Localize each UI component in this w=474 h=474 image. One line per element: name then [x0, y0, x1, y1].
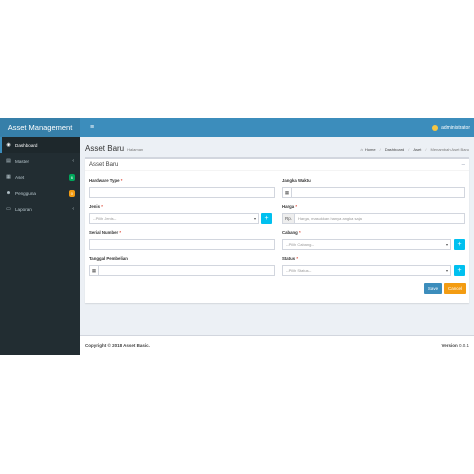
user-avatar-icon	[432, 124, 439, 131]
page-title: Asset Baru	[85, 144, 125, 153]
add-status-button[interactable]: +	[454, 265, 465, 276]
jenis-select-value: --Pilih Jenis--	[93, 216, 117, 221]
sidebar: ◉ Dashboard ▤ Master ‹ ▦ Aset 6 ☻ Penggu…	[0, 137, 80, 355]
navbar: ≡ administrator	[80, 118, 474, 137]
tanggal-pembelian-input[interactable]: ▦	[89, 265, 275, 276]
jangka-waktu-label: Jangka Waktu	[282, 178, 311, 183]
users-icon: ☻	[5, 190, 12, 196]
status-label: Status *	[282, 256, 299, 261]
home-icon: ⌂	[360, 147, 363, 152]
harga-field: Harga * Rp. Harga, masukkan hanya angka …	[282, 204, 465, 224]
sidebar-item-laporan[interactable]: ▭ Laporan ‹	[0, 201, 80, 217]
sidebar-item-label: Master	[15, 158, 30, 164]
sidebar-item-label: Pengguna	[15, 190, 36, 196]
breadcrumb-separator: /	[425, 147, 427, 152]
sidebar-item-label: Dashboard	[15, 142, 38, 148]
aset-count-badge: 6	[68, 173, 75, 181]
serial-number-input[interactable]	[89, 239, 275, 250]
chevron-left-icon: ‹	[72, 206, 74, 212]
version-info: Version 0.0.1	[441, 343, 469, 348]
breadcrumb-separator: /	[379, 147, 381, 152]
app-window: Asset Management ≡ administrator ◉ Dashb…	[0, 118, 474, 355]
hardware-type-label: Hardware Type *	[89, 178, 123, 183]
menu-toggle-icon[interactable]: ≡	[85, 124, 99, 131]
jenis-field: Jenis * --Pilih Jenis-- ▾	[89, 204, 259, 224]
status-field: Status * --Pilih Status-- ▾	[282, 256, 451, 276]
sidebar-item-label: Aset	[15, 174, 25, 180]
asset-form-box: Asset Baru – Hardware Type * Jangka Wakt…	[85, 157, 469, 303]
cabang-select[interactable]: --Pilih Cabang-- ▾	[282, 239, 451, 250]
breadcrumb-home[interactable]: Home	[365, 147, 376, 152]
serial-number-label: Serial Number *	[89, 230, 122, 235]
tanggal-pembelian-label: Tanggal Pembelian	[89, 256, 128, 261]
calendar-icon: ▦	[283, 188, 292, 197]
currency-prefix: Rp.	[283, 214, 295, 223]
breadcrumb-aset[interactable]: Aset	[413, 147, 421, 152]
add-jenis-button[interactable]: +	[261, 213, 272, 224]
sidebar-item-pengguna[interactable]: ☻ Pengguna 0	[0, 185, 80, 201]
jenis-select[interactable]: --Pilih Jenis-- ▾	[89, 213, 259, 224]
chevron-left-icon: ‹	[72, 158, 74, 164]
dashboard-icon: ◉	[6, 142, 11, 148]
breadcrumb-dashboard[interactable]: Dashboard	[385, 147, 405, 152]
box-header: Asset Baru –	[85, 159, 469, 171]
save-button[interactable]: Save	[424, 283, 442, 294]
pengguna-count-badge: 0	[68, 189, 75, 197]
cancel-button[interactable]: Cancel	[444, 283, 466, 294]
sidebar-item-dashboard[interactable]: ◉ Dashboard	[0, 137, 80, 153]
jangka-waktu-field: Jangka Waktu ▦	[282, 178, 465, 198]
page-subtitle: Halaman	[127, 147, 144, 152]
book-icon: ▭	[6, 206, 11, 212]
cabang-label: Cabang *	[282, 230, 301, 235]
calendar-icon: ▦	[90, 266, 99, 275]
breadcrumb-current: Menambah Aset Baru	[430, 147, 469, 152]
user-name: administrator	[441, 124, 470, 131]
serial-number-field: Serial Number *	[89, 230, 275, 250]
copyright-text: Copyright © 2018 Asset Basic.	[85, 343, 150, 348]
topbar: Asset Management ≡ administrator	[0, 118, 474, 137]
add-cabang-button[interactable]: +	[454, 239, 465, 250]
sidebar-item-master[interactable]: ▤ Master ‹	[0, 153, 80, 169]
hardware-type-field: Hardware Type *	[89, 178, 275, 198]
harga-input[interactable]: Rp. Harga, masukkan hanya angka saja	[282, 213, 465, 224]
status-select-value: --Pilih Status--	[286, 268, 312, 273]
chevron-down-icon: ▾	[445, 268, 448, 273]
brand-logo[interactable]: Asset Management	[0, 118, 80, 137]
chevron-down-icon: ▾	[253, 216, 256, 221]
database-icon: ▦	[6, 174, 11, 180]
sidebar-item-aset[interactable]: ▦ Aset 6	[0, 169, 80, 185]
status-select[interactable]: --Pilih Status-- ▾	[282, 265, 451, 276]
content-header: Asset Baru Halaman ⌂ Home / Dashboard / …	[80, 137, 474, 155]
cabang-select-value: --Pilih Cabang--	[286, 242, 315, 247]
harga-label: Harga *	[282, 204, 298, 209]
hardware-type-input[interactable]	[89, 187, 275, 198]
jenis-label: Jenis *	[89, 204, 103, 209]
harga-placeholder: Harga, masukkan hanya angka saja	[298, 216, 362, 221]
box-title: Asset Baru	[89, 161, 119, 168]
list-icon: ▤	[6, 158, 11, 164]
breadcrumb: ⌂ Home / Dashboard / Aset / Menambah Ase…	[356, 147, 469, 152]
cabang-field: Cabang * --Pilih Cabang-- ▾	[282, 230, 451, 250]
sidebar-item-label: Laporan	[15, 206, 32, 212]
jangka-waktu-input[interactable]: ▦	[282, 187, 465, 198]
breadcrumb-separator: /	[408, 147, 410, 152]
footer: Copyright © 2018 Asset Basic. Version 0.…	[80, 335, 474, 355]
chevron-down-icon: ▾	[445, 242, 448, 247]
user-menu[interactable]: administrator	[432, 124, 474, 131]
collapse-icon[interactable]: –	[462, 162, 465, 168]
content-area: Asset Baru Halaman ⌂ Home / Dashboard / …	[80, 137, 474, 335]
tanggal-pembelian-field: Tanggal Pembelian ▦	[89, 256, 275, 276]
